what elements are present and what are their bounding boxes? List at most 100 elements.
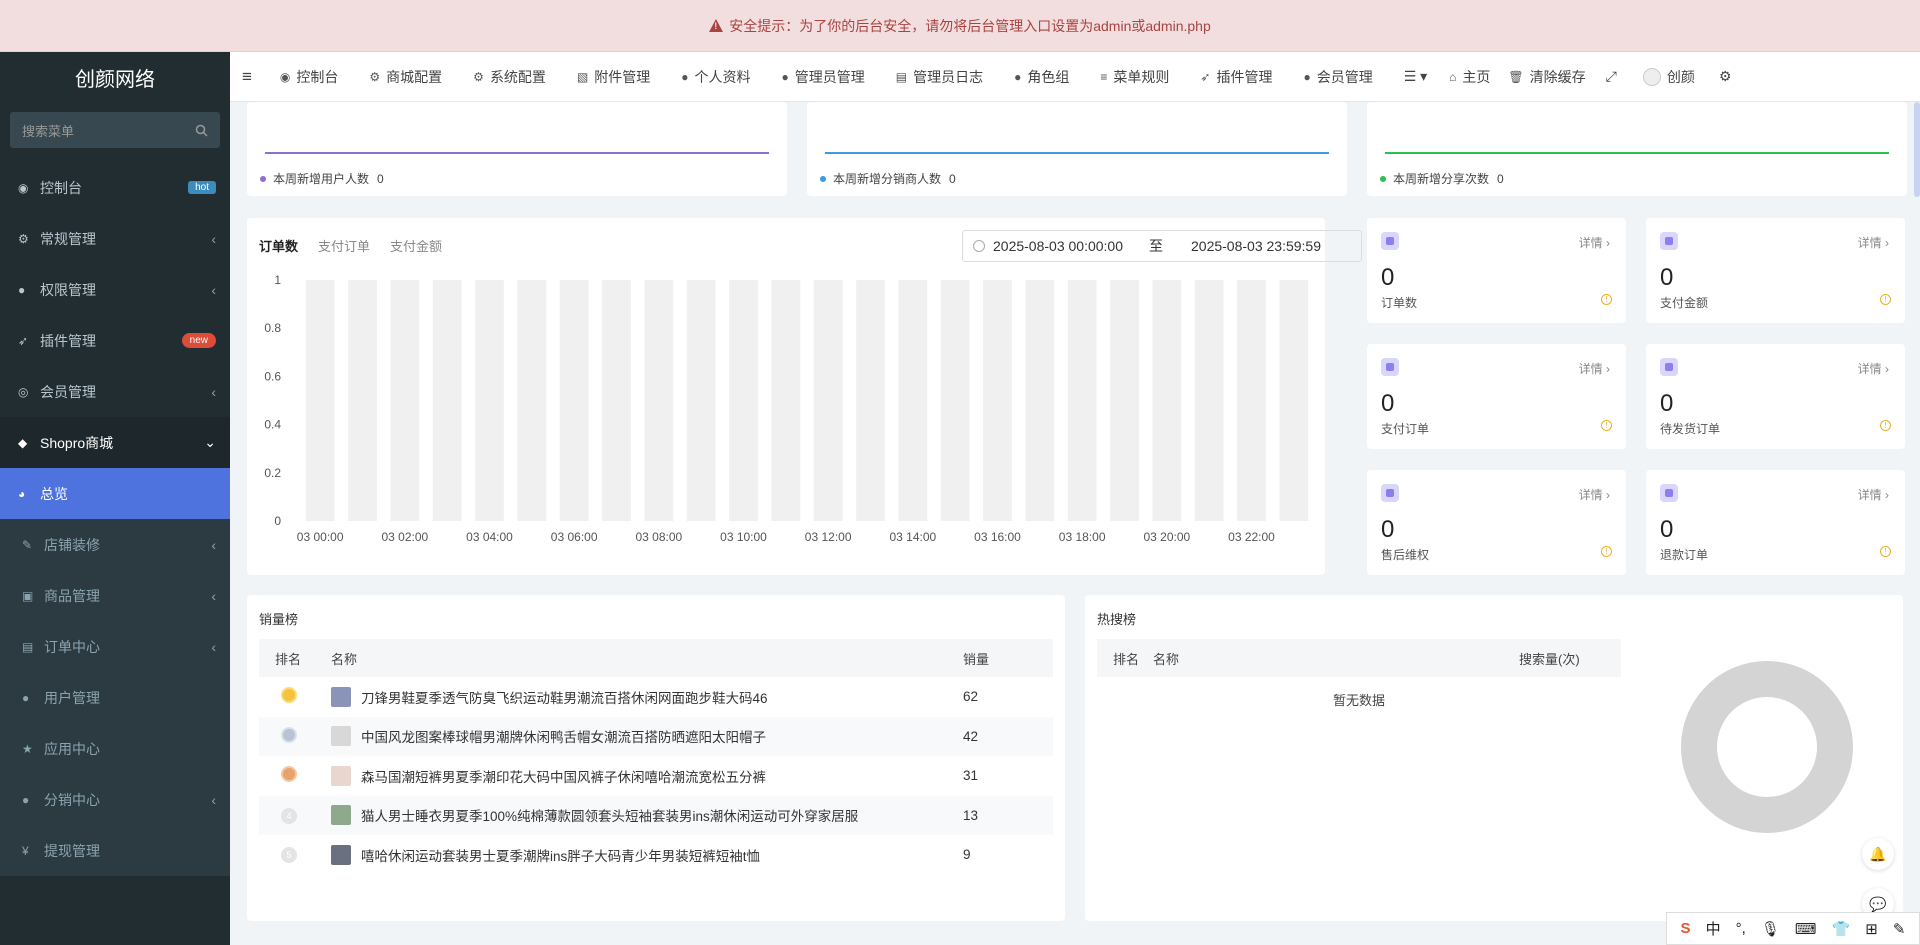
bar-background — [1152, 280, 1182, 521]
ime-tools-icon[interactable]: ✎ — [1893, 920, 1906, 938]
ime-skin-icon[interactable]: 👕 — [1832, 920, 1851, 938]
bar-background — [1194, 280, 1224, 521]
table-row[interactable]: 4 猫人男士睡衣男夏季100%纯棉薄款圆领套头短袖套装男ins潮休闲运动可外穿家… — [259, 795, 1053, 835]
bar-background — [898, 280, 928, 521]
table-row[interactable]: 森马国潮短裤男夏季潮印花大码中国风裤子休闲嘻哈潮流宽松五分裤 31 — [259, 756, 1053, 796]
home-link[interactable]: ⌂ 主页 — [1449, 67, 1490, 87]
menu-search-input[interactable]: 搜索菜单 — [10, 112, 220, 148]
sidebar-item-withdraw[interactable]: ¥ 提现管理 — [0, 825, 230, 876]
tab-admin-manage[interactable]: ● 管理员管理 — [782, 67, 865, 87]
detail-link[interactable]: 详情 › — [1858, 234, 1889, 251]
tab-paid-orders[interactable]: 支付订单 — [318, 236, 370, 255]
table-row[interactable]: 5 嘻哈休闲运动套装男士夏季潮牌ins胖子大码青少年男装短裤短袖t恤 9 — [259, 835, 1053, 875]
sidebar-item-decoration[interactable]: ✎ 店铺装修 ‹ — [0, 519, 230, 570]
sidebar-item-members[interactable]: ◎ 会员管理 ‹ — [0, 366, 230, 417]
ime-punctuation-icon[interactable]: °, — [1736, 920, 1746, 937]
x-tick-label: 03 16:00 — [974, 530, 1021, 544]
new-shares-label: 本周新增分享次数 — [1393, 172, 1490, 186]
pie-chart-icon: ◕ — [18, 486, 26, 501]
tab-plugins[interactable]: ➶ 插件管理 — [1200, 67, 1272, 87]
ime-logo-icon[interactable]: S — [1681, 920, 1691, 937]
date-range-picker[interactable]: 2025-08-03 00:00:00 至 2025-08-03 23:59:5… — [962, 230, 1362, 262]
tab-menu-rules[interactable]: ≡ 菜单规则 — [1100, 67, 1169, 87]
info-icon[interactable]: ! — [1601, 546, 1612, 557]
sidebar-item-overview[interactable]: ◕ 总览 — [0, 468, 230, 519]
search-icon[interactable] — [195, 124, 208, 137]
tab-dashboard[interactable]: ◉ 控制台 — [280, 67, 338, 87]
settings-button[interactable]: ⚙ — [1719, 68, 1732, 85]
empty-row: 暂无数据 — [1097, 677, 1621, 721]
new-shares-value: 0 — [1497, 171, 1504, 186]
ime-mic-icon[interactable]: 🎙 — [1761, 920, 1780, 938]
detail-link[interactable]: 详情 › — [1579, 486, 1610, 503]
tab-profile[interactable]: ● 个人资料 — [681, 67, 750, 87]
detail-link[interactable]: 详情 › — [1858, 360, 1889, 377]
sidebar-item-distribution[interactable]: ● 分销中心 ‹ — [0, 774, 230, 825]
bar-background — [856, 280, 885, 521]
stat-label: 订单数 — [1381, 296, 1418, 310]
y-tick-label: 0.8 — [264, 321, 281, 335]
detail-link[interactable]: 详情 › — [1579, 360, 1610, 377]
tab-attachments[interactable]: ▧ 附件管理 — [577, 67, 650, 87]
col-rank: 排名 — [1113, 651, 1140, 667]
sidebar-item-goods[interactable]: ▣ 商品管理 ‹ — [0, 570, 230, 621]
info-icon[interactable]: ! — [1880, 420, 1891, 431]
sidebar-item-shopro[interactable]: ◆ Shopro商城 ⌄ — [0, 417, 230, 468]
sidebar-item-orders[interactable]: ▤ 订单中心 ‹ — [0, 621, 230, 672]
sidebar-item-label: 总览 — [40, 485, 68, 502]
sidebar-item-general[interactable]: ⚙ 常规管理 ‹ — [0, 213, 230, 264]
scrollbar-thumb[interactable] — [1914, 102, 1920, 197]
detail-label: 详情 — [1578, 362, 1603, 376]
user-icon: ● — [22, 690, 30, 705]
logo[interactable]: 创颜网络 — [0, 52, 230, 102]
sidebar-item-plugins[interactable]: ➶ 插件管理 new — [0, 315, 230, 366]
tab-roles[interactable]: ● 角色组 — [1014, 67, 1069, 87]
more-tabs-dropdown[interactable]: ☰ ▾ — [1404, 68, 1427, 85]
detail-link[interactable]: 详情 › — [1579, 234, 1610, 251]
sidebar-item-dashboard[interactable]: ◉ 控制台 hot — [0, 162, 230, 213]
info-icon[interactable]: ! — [1880, 546, 1891, 557]
sidebar-item-auth[interactable]: ● 权限管理 ‹ — [0, 264, 230, 315]
stat-card-order-count: 详情 › 0 订单数 ! — [1367, 218, 1626, 323]
avatar — [1642, 67, 1661, 86]
dashboard-icon: ◉ — [18, 180, 29, 195]
product-name: 刀锋男鞋夏季透气防臭飞织运动鞋男潮流百搭休闲网面跑步鞋大码46 — [361, 690, 768, 706]
ime-grid-icon[interactable]: ⊞ — [1865, 920, 1878, 938]
product-name: 猫人男士睡衣男夏季100%纯棉薄款圆领套头短袖套装男ins潮休闲运动可外穿家居服 — [361, 809, 859, 825]
table-row[interactable]: 刀锋男鞋夏季透气防臭飞织运动鞋男潮流百搭休闲网面跑步鞋大码46 62 — [259, 677, 1053, 717]
order-chart-tabs: 订单数 支付订单 支付金额 — [259, 236, 462, 255]
new-shares-line — [1385, 152, 1889, 154]
fullscreen-button[interactable]: ⤢ — [1606, 68, 1617, 85]
user-icon: ● — [681, 69, 689, 84]
table-row[interactable]: 中国风龙图案棒球帽男潮牌休闲鸭舌帽女潮流百搭防晒遮阳太阳帽子 42 — [259, 716, 1053, 756]
product-sales: 9 — [963, 847, 971, 863]
rank-5-badge: 5 — [281, 847, 297, 864]
detail-link[interactable]: 详情 › — [1858, 486, 1889, 503]
info-icon[interactable]: ! — [1601, 420, 1612, 431]
menu-toggle-icon[interactable]: ≡ — [242, 67, 252, 87]
sidebar-item-apps[interactable]: ★ 应用中心 — [0, 723, 230, 774]
info-icon[interactable]: ! — [1601, 294, 1612, 305]
tab-members[interactable]: ● 会员管理 — [1303, 67, 1372, 87]
tab-system-config[interactable]: ⚙ 系统配置 — [473, 67, 546, 87]
home-label: 主页 — [1462, 68, 1491, 85]
sidebar-item-label: 插件管理 — [40, 332, 96, 349]
ime-lang[interactable]: 中 — [1706, 918, 1721, 939]
bar-background — [983, 280, 1012, 521]
clear-cache-button[interactable]: 🗑 清除缓存 — [1508, 67, 1585, 87]
detail-label: 详情 — [1857, 236, 1882, 250]
sidebar: 创颜网络 搜索菜单 ◉ 控制台 hot ⚙ 常规管理 ‹ ● 权限管理 ‹ ➶ … — [0, 52, 230, 945]
sidebar-item-label: Shopro商城 — [40, 434, 114, 451]
tab-order-count[interactable]: 订单数 — [259, 236, 298, 255]
new-distributors-card: 本周新增分销商人数 0 — [807, 102, 1347, 196]
bar-background — [729, 280, 758, 521]
notification-button[interactable]: 🔔 — [1862, 838, 1894, 870]
tab-shop-config[interactable]: ⚙ 商城配置 — [369, 67, 442, 87]
user-menu[interactable]: 创颜 — [1642, 67, 1695, 87]
ime-keyboard-icon[interactable]: ⌨ — [1795, 920, 1817, 938]
tab-admin-log[interactable]: ▤ 管理员日志 — [896, 67, 983, 87]
tab-paid-amount[interactable]: 支付金额 — [390, 236, 442, 255]
top-nav: ≡ ◉ 控制台 ⚙ 商城配置 ⚙ 系统配置 ▧ 附件管理 ● 个人资料 ● 管理员管理 ▤ 管… — [230, 52, 1920, 102]
info-icon[interactable]: ! — [1880, 294, 1891, 305]
sidebar-item-users[interactable]: ● 用户管理 — [0, 672, 230, 723]
